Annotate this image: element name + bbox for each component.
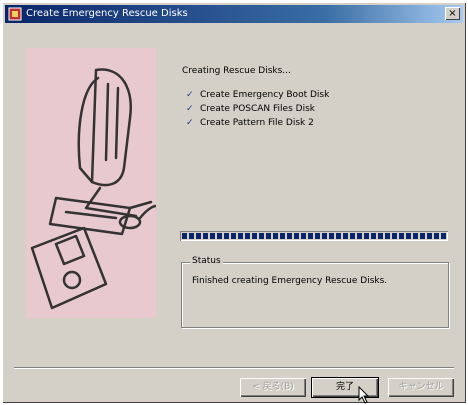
progress-heading: Creating Rescue Disks... (182, 66, 291, 76)
step-label: Create POSCAN Files Disk (200, 104, 315, 114)
cancel-button[interactable]: キャンセル (388, 378, 454, 397)
status-legend: Status (190, 256, 223, 266)
status-message: Finished creating Emergency Rescue Disks… (192, 276, 388, 286)
title-bar[interactable]: Create Emergency Rescue Disks × (5, 5, 463, 23)
button-separator (14, 367, 454, 369)
mouse-cursor-icon (358, 386, 370, 404)
step-list: ✓ Create Emergency Boot Disk ✓ Create POSC… (186, 90, 329, 132)
checkmark-icon: ✓ (186, 104, 194, 114)
computer-disk-illustration (26, 48, 158, 318)
checkmark-icon: ✓ (186, 118, 194, 128)
step-item: ✓ Create POSCAN Files Disk (186, 104, 329, 118)
step-item: ✓ Create Pattern File Disk 2 (186, 118, 329, 132)
checkmark-icon: ✓ (186, 90, 194, 100)
step-item: ✓ Create Emergency Boot Disk (186, 90, 329, 104)
close-button[interactable]: × (445, 7, 460, 20)
app-icon (8, 7, 22, 21)
step-label: Create Pattern File Disk 2 (200, 118, 314, 128)
back-button[interactable]: < 戻る(B) (240, 378, 306, 397)
progress-fill (182, 233, 446, 239)
illustration-art (30, 68, 158, 310)
step-label: Create Emergency Boot Disk (200, 90, 330, 100)
progress-bar (180, 231, 448, 241)
window-title: Create Emergency Rescue Disks (26, 8, 188, 19)
status-groupbox: Status Finished creating Emergency Rescu… (181, 256, 449, 328)
